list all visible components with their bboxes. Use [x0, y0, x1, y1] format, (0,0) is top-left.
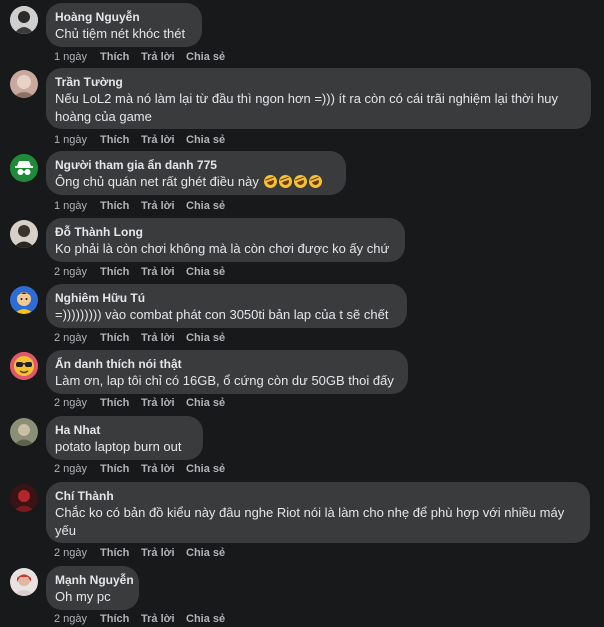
like-button[interactable]: Thích	[100, 332, 141, 344]
comment-author[interactable]: Hoàng Nguyễn	[55, 9, 193, 25]
comment-time[interactable]: 2 ngày	[54, 547, 100, 559]
comment-text: Chủ tiệm nét khóc thét	[55, 26, 186, 41]
comment-time[interactable]: 2 ngày	[54, 397, 100, 409]
avatar[interactable]	[10, 6, 38, 34]
comment-time[interactable]: 1 ngày	[54, 51, 100, 63]
comment-bubble: Chí Thành Chắc ko có bản đồ kiểu này đâu…	[46, 482, 590, 543]
share-button[interactable]: Chia sẻ	[186, 266, 225, 278]
comment-text: Ko phải là còn chơi không mà là còn chơi…	[55, 241, 390, 256]
laughing-emoji-icon	[262, 173, 280, 190]
comment-actions: 1 ngày Thích Trả lời Chia sẻ	[54, 134, 225, 146]
reply-button[interactable]: Trả lời	[141, 463, 186, 475]
comment-text: potato laptop burn out	[55, 439, 182, 454]
like-button[interactable]: Thích	[100, 266, 141, 278]
comment-time[interactable]: 2 ngày	[54, 266, 100, 278]
reply-button[interactable]: Trả lời	[141, 51, 186, 63]
reply-button[interactable]: Trả lời	[141, 397, 186, 409]
like-button[interactable]: Thích	[100, 134, 141, 146]
share-button[interactable]: Chia sẻ	[186, 332, 225, 344]
comment-actions: 1 ngày Thích Trả lời Chia sẻ	[54, 51, 225, 63]
comment-actions: 1 ngày Thích Trả lời Chia sẻ	[54, 200, 225, 212]
laughing-emoji-icon	[277, 173, 295, 190]
comment-time[interactable]: 2 ngày	[54, 613, 100, 625]
comment-author[interactable]: Ha Nhat	[55, 422, 194, 438]
like-button[interactable]: Thích	[100, 463, 141, 475]
like-button[interactable]: Thích	[100, 200, 141, 212]
comment-author[interactable]: Người tham gia ẩn danh 775	[55, 157, 337, 173]
comment-bubble: Hoàng Nguyễn Chủ tiệm nét khóc thét	[46, 3, 202, 47]
sunglasses-emoji-avatar[interactable]	[10, 352, 38, 380]
comment-actions: 2 ngày Thích Trả lời Chia sẻ	[54, 332, 225, 344]
comment-actions: 2 ngày Thích Trả lời Chia sẻ	[54, 463, 225, 475]
share-button[interactable]: Chia sẻ	[186, 547, 225, 559]
avatar[interactable]	[10, 484, 38, 512]
comment-bubble: Trần Tường Nếu LoL2 mà nó làm lại từ đầu…	[46, 68, 591, 129]
like-button[interactable]: Thích	[100, 547, 141, 559]
comment-text: Oh my pc	[55, 589, 111, 604]
laughing-emoji-icon	[307, 173, 325, 190]
comment-bubble: Mạnh Nguyễn Oh my pc	[46, 566, 139, 610]
reply-button[interactable]: Trả lời	[141, 332, 186, 344]
comment-bubble: Người tham gia ẩn danh 775 Ông chủ quán …	[46, 151, 346, 195]
comment-actions: 2 ngày Thích Trả lời Chia sẻ	[54, 397, 225, 409]
comment-text: Chắc ko có bản đồ kiểu này đâu nghe Riot…	[55, 505, 565, 538]
avatar[interactable]	[10, 418, 38, 446]
comment-time[interactable]: 2 ngày	[54, 332, 100, 344]
comment-actions: 2 ngày Thích Trả lời Chia sẻ	[54, 547, 225, 559]
comment-author[interactable]: Chí Thành	[55, 488, 581, 504]
comment-time[interactable]: 1 ngày	[54, 134, 100, 146]
reply-button[interactable]: Trả lời	[141, 613, 186, 625]
comment-actions: 2 ngày Thích Trả lời Chia sẻ	[54, 613, 225, 625]
reply-button[interactable]: Trả lời	[141, 200, 186, 212]
reply-button[interactable]: Trả lời	[141, 547, 186, 559]
comment-author[interactable]: Nghiêm Hữu Tú	[55, 290, 398, 306]
comment-text: =))))))))) vào combat phát con 3050ti bả…	[55, 307, 389, 322]
avatar[interactable]	[10, 70, 38, 98]
laughing-emoji-icon	[292, 173, 310, 190]
anonymous-avatar[interactable]	[10, 154, 38, 182]
comment-author[interactable]: Trần Tường	[55, 74, 582, 90]
comment-bubble: Ha Nhat potato laptop burn out	[46, 416, 203, 460]
avatar[interactable]	[10, 568, 38, 596]
share-button[interactable]: Chia sẻ	[186, 134, 225, 146]
comment-author[interactable]: Mạnh Nguyễn	[55, 572, 134, 588]
reply-button[interactable]: Trả lời	[141, 134, 186, 146]
comment-bubble: Ẩn danh thích nói thật Làm ơn, lap tôi c…	[46, 350, 408, 394]
share-button[interactable]: Chia sẻ	[186, 200, 225, 212]
share-button[interactable]: Chia sẻ	[186, 51, 225, 63]
comment-author[interactable]: Đỗ Thành Long	[55, 224, 396, 240]
comment-actions: 2 ngày Thích Trả lời Chia sẻ	[54, 266, 225, 278]
cartoon-avatar[interactable]	[10, 286, 38, 314]
comment-bubble: Đỗ Thành Long Ko phải là còn chơi không …	[46, 218, 405, 262]
comment-bubble: Nghiêm Hữu Tú =))))))))) vào combat phát…	[46, 284, 407, 328]
avatar[interactable]	[10, 220, 38, 248]
share-button[interactable]: Chia sẻ	[186, 613, 225, 625]
share-button[interactable]: Chia sẻ	[186, 397, 225, 409]
comment-text: Ông chủ quán net rất ghét điều này	[55, 174, 259, 189]
comment-text: Nếu LoL2 mà nó làm lại từ đầu thì ngon h…	[55, 91, 559, 124]
share-button[interactable]: Chia sẻ	[186, 463, 225, 475]
comment-text: Làm ơn, lap tôi chỉ có 16GB, ổ cứng còn …	[55, 373, 394, 388]
like-button[interactable]: Thích	[100, 613, 141, 625]
comment-author[interactable]: Ẩn danh thích nói thật	[55, 356, 399, 372]
reply-button[interactable]: Trả lời	[141, 266, 186, 278]
comment-time[interactable]: 1 ngày	[54, 200, 100, 212]
comment-time[interactable]: 2 ngày	[54, 463, 100, 475]
like-button[interactable]: Thích	[100, 397, 141, 409]
like-button[interactable]: Thích	[100, 51, 141, 63]
